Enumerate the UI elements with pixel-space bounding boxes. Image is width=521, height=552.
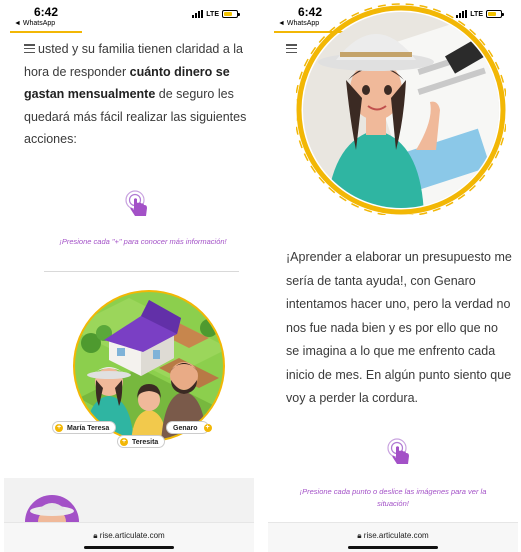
tap-dot-hint: ¡Presione cada punto o deslice las imáge…	[299, 487, 487, 508]
status-bar: 6:42 ◄ WhatsApp LTE	[4, 0, 254, 32]
url-label: rise.articulate.com	[99, 531, 165, 540]
family-member-genaro[interactable]: Genaro +	[166, 421, 212, 434]
home-indicator[interactable]	[348, 546, 438, 549]
lesson-progress-bar	[10, 31, 82, 33]
lesson-paragraph: ¡Aprender a elaborar un presupuesto me s…	[286, 250, 512, 405]
family-house-illustration[interactable]	[69, 288, 229, 443]
signal-bars-icon	[192, 10, 204, 18]
woman-budget-illustration[interactable]	[296, 0, 506, 215]
url-text: 🔒︎ rise.articulate.com	[357, 531, 429, 540]
network-type: LTE	[206, 10, 219, 18]
tap-plus-hint: ¡Presione cada "+" para conocer más info…	[59, 237, 227, 246]
signal-indicators: LTE	[192, 10, 240, 18]
tap-hand-icon	[125, 190, 147, 216]
back-to-whatsapp-link[interactable]: ◄ WhatsApp	[14, 20, 55, 27]
lesson-paragraph: usted y su familia tienen claridad a la …	[24, 38, 249, 151]
family-member-label: Genaro	[173, 425, 198, 432]
plus-icon: +	[203, 424, 212, 432]
phone-screen-right: 6:42 ◄ WhatsApp LTE ¡Aprender a elaborar…	[268, 0, 518, 552]
family-member-maria-teresa[interactable]: + María Teresa	[52, 421, 117, 434]
plus-icon: +	[120, 438, 128, 446]
home-indicator[interactable]	[84, 546, 174, 549]
tap-hand-icon	[387, 438, 409, 464]
battery-fill	[224, 12, 233, 16]
family-member-label: María Teresa	[67, 425, 110, 432]
browser-url-bar[interactable]: 🔒︎ rise.articulate.com	[268, 522, 518, 552]
plus-icon: +	[55, 424, 63, 432]
url-text: 🔒︎ rise.articulate.com	[93, 531, 165, 540]
family-member-label: Teresita	[132, 439, 159, 446]
battery-icon	[222, 10, 240, 18]
browser-url-bar[interactable]: 🔒︎ rise.articulate.com	[4, 522, 254, 552]
section-divider	[44, 271, 239, 272]
url-label: rise.articulate.com	[363, 531, 429, 540]
status-time: 6:42	[34, 5, 59, 19]
phone-screen-left: 6:42 ◄ WhatsApp LTE usted y su familia t…	[4, 0, 254, 552]
family-member-teresita[interactable]: + Teresita	[117, 435, 166, 448]
